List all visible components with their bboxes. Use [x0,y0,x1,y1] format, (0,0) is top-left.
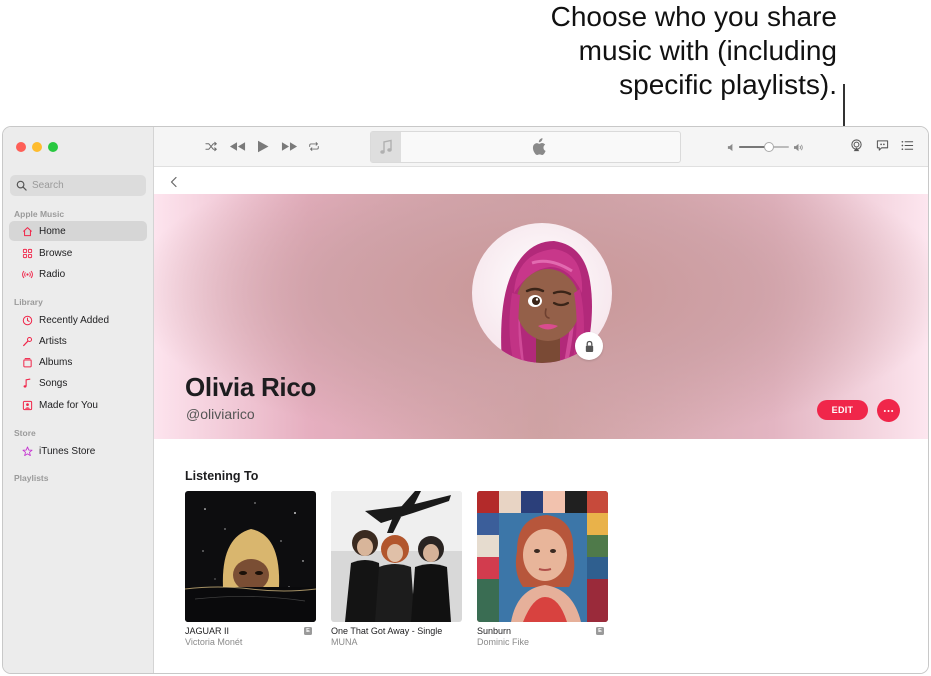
house-icon [22,226,33,237]
album-artwork[interactable] [331,491,462,622]
album-card[interactable]: One That Got Away - Single MUNA [331,491,462,647]
list-icon [901,140,913,150]
airplay-icon [850,138,862,151]
rewind-icon [229,141,245,151]
lyrics-button[interactable] [875,138,889,152]
album-title: Sunburn [477,626,512,636]
previous-track-button[interactable] [228,139,246,153]
album-title: One That Got Away - Single [331,626,443,636]
stage: Choose who you share music with (includi… [0,0,931,676]
sidebar-item-songs[interactable]: Songs [9,373,147,393]
up-next-button[interactable] [900,138,914,152]
album-stack-icon [22,357,33,368]
star-icon [22,446,33,457]
search-input[interactable] [32,180,132,191]
artwork-placeholder [371,132,401,162]
sidebar-item-label: Radio [39,268,66,280]
sidebar-item-label: Recently Added [39,314,110,326]
album-artwork[interactable] [185,491,316,622]
sidebar-item-browse[interactable]: Browse [9,243,147,263]
explicit-badge: E [304,627,312,635]
chevron-left-icon [170,176,177,188]
music-window: Apple Music Home Browse Radio Library Re… [2,126,929,674]
callout-line-1: Choose who you share [550,1,837,32]
ellipsis-icon [883,409,894,412]
music-note-icon [380,139,392,154]
listening-to-heading: Listening To [185,469,259,483]
profile-name: Olivia Rico [185,372,317,402]
sidebar-item-label: Made for You [39,399,98,411]
speech-bubble-quote-icon [876,139,888,151]
sidebar-item-label: Albums [39,356,73,368]
play-icon [258,140,269,152]
minimize-window-button[interactable] [32,142,42,152]
privacy-lock-badge[interactable] [575,332,603,360]
speaker-high-icon [794,143,803,151]
clock-icon [22,315,33,326]
search-field[interactable] [10,175,146,196]
explicit-badge: E [596,627,604,635]
sidebar-item-label: Songs [39,377,68,389]
sidebar: Apple Music Home Browse Radio Library Re… [3,127,154,673]
zoom-window-button[interactable] [48,142,58,152]
section-playlists: Playlists [14,473,49,483]
sidebar-item-recently-added[interactable]: Recently Added [9,310,147,330]
fast-forward-icon [281,141,297,151]
sidebar-item-label: iTunes Store [39,445,96,457]
player-toolbar [154,127,928,167]
music-note-icon [22,378,33,389]
album-title: JAGUAR II [185,626,230,636]
callout-line-3: specific playlists). [619,69,837,100]
sidebar-item-artists[interactable]: Artists [9,331,147,351]
profile-handle: @oliviarico [186,406,255,422]
sidebar-item-albums[interactable]: Albums [9,352,147,372]
album-artwork[interactable] [477,491,608,622]
back-button[interactable] [168,175,180,188]
sidebar-item-label: Browse [39,247,73,259]
sidebar-item-radio[interactable]: Radio [9,264,147,284]
search-icon [16,180,27,191]
repeat-button[interactable] [307,139,321,153]
radio-waves-icon [22,269,33,280]
shuffle-button[interactable] [204,139,218,153]
now-playing-display[interactable] [370,131,681,163]
close-window-button[interactable] [16,142,26,152]
profile-header: Olivia Rico @oliviarico EDIT [154,194,928,439]
album-artist[interactable]: MUNA [331,637,462,647]
more-options-button[interactable] [877,399,900,422]
lock-icon [585,340,593,352]
shuffle-icon [204,141,217,151]
person-square-icon [22,400,33,411]
callout-line-2: music with (including [578,35,837,66]
play-button[interactable] [256,139,270,153]
next-track-button[interactable] [280,139,298,153]
volume-slider-knob[interactable] [764,142,774,152]
volume-control[interactable] [727,141,805,153]
sidebar-item-label: Home [39,225,66,237]
repeat-icon [309,141,319,151]
section-store: Store [14,428,36,438]
grid-icon [22,248,33,259]
callout-text: Choose who you share music with (includi… [417,0,837,102]
window-controls [16,142,58,152]
album-artist[interactable]: Dominic Fike [477,637,608,647]
sidebar-item-home[interactable]: Home [9,221,147,241]
section-library: Library [14,297,43,307]
section-apple-music: Apple Music [14,209,65,219]
album-card[interactable]: Sunburn E Dominic Fike [477,491,608,647]
album-card[interactable]: JAGUAR II E Victoria Monét [185,491,316,647]
apple-logo-icon [531,138,546,161]
sidebar-item-label: Artists [39,335,67,347]
album-artist[interactable]: Victoria Monét [185,637,316,647]
microphone-icon [22,336,33,347]
airplay-button[interactable] [849,138,863,152]
edit-profile-button[interactable]: EDIT [817,400,868,420]
speaker-low-icon [727,143,733,151]
sidebar-item-made-for-you[interactable]: Made for You [9,395,147,415]
main-content: Olivia Rico @oliviarico EDIT Listening T… [154,167,928,673]
sidebar-item-itunes-store[interactable]: iTunes Store [9,441,147,461]
